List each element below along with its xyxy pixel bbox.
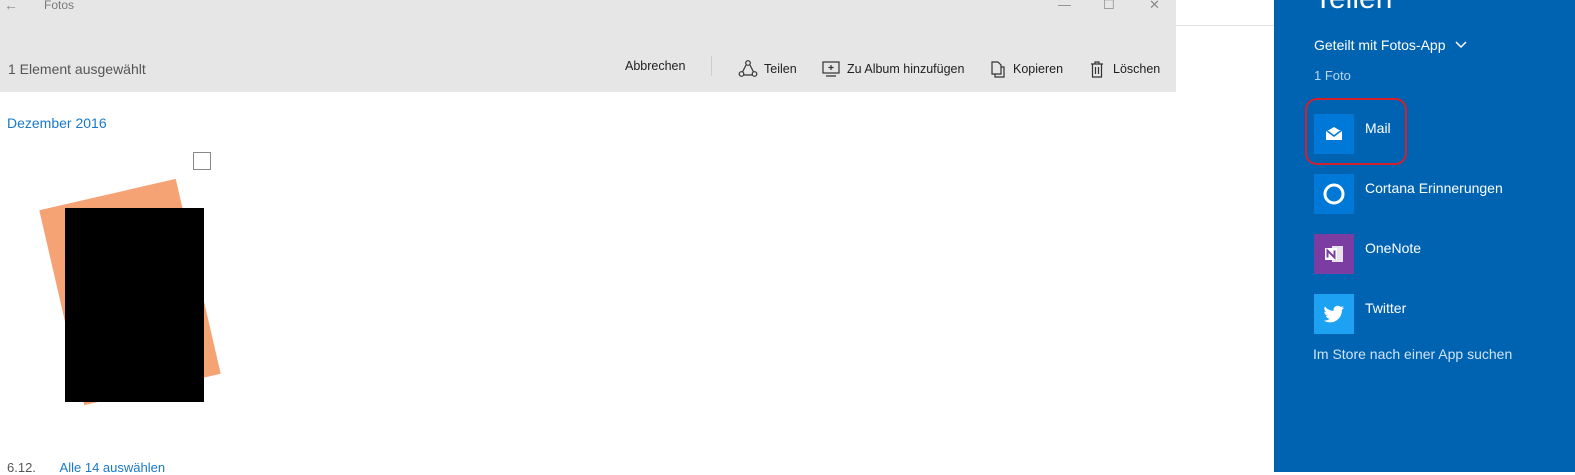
- month-header[interactable]: Dezember 2016: [7, 115, 107, 131]
- add-to-album-button[interactable]: Zu Album hinzufügen: [821, 59, 964, 79]
- selection-highlight-outline: [1305, 98, 1407, 165]
- photo-grid: Dezember 2016 6.12. Alle 14 auswählen: [0, 92, 1176, 475]
- delete-button-label: Löschen: [1113, 62, 1161, 76]
- share-panel-title: Teilen: [1314, 0, 1392, 16]
- cancel-button-label: Abbrechen: [625, 59, 686, 73]
- back-arrow-icon[interactable]: ←: [4, 0, 18, 13]
- cancel-button[interactable]: Abbrechen: [625, 59, 685, 73]
- share-panel: Teilen Geteilt mit Fotos-App 1 Foto Mail…: [1274, 0, 1575, 472]
- share-target-label: Cortana Erinnerungen: [1365, 180, 1503, 196]
- copy-icon: [991, 61, 1005, 78]
- share-target-label: Twitter: [1365, 300, 1407, 316]
- twitter-icon: [1314, 294, 1354, 334]
- store-search-link[interactable]: Im Store nach einer App suchen: [1313, 346, 1512, 362]
- photo-select-checkbox[interactable]: [193, 152, 211, 170]
- minimize-icon[interactable]: —: [1058, 0, 1071, 12]
- toolbar-divider: [711, 56, 712, 76]
- shared-with-dropdown[interactable]: Geteilt mit Fotos-App: [1314, 37, 1467, 53]
- onenote-icon: [1314, 234, 1354, 274]
- select-all-link[interactable]: Alle 14 auswählen: [60, 460, 166, 475]
- add-to-album-label: Zu Album hinzufügen: [847, 62, 965, 76]
- photo-count: 1 Foto: [1314, 68, 1351, 83]
- selection-count-text: 1 Element ausgewählt: [8, 61, 146, 77]
- copy-button-label: Kopieren: [1013, 62, 1064, 76]
- share-target-cortana[interactable]: Cortana Erinnerungen: [1314, 174, 1564, 214]
- group-date: 6.12.: [7, 460, 36, 475]
- delete-button[interactable]: Löschen: [1087, 59, 1160, 79]
- group-footer: 6.12. Alle 14 auswählen: [7, 460, 165, 475]
- selection-toolbar: 1 Element ausgewählt Abbrechen Teilen Zu…: [0, 18, 1176, 92]
- cortana-icon: [1314, 174, 1354, 214]
- share-icon: [738, 60, 758, 77]
- share-target-onenote[interactable]: OneNote: [1314, 234, 1564, 274]
- maximize-icon[interactable]: ☐: [1103, 0, 1115, 13]
- title-bar: ← Fotos — ☐ ✕: [0, 0, 1176, 18]
- close-icon[interactable]: ✕: [1149, 0, 1160, 13]
- trash-icon: [1091, 61, 1103, 78]
- shared-with-label: Geteilt mit Fotos-App: [1314, 37, 1446, 53]
- photo-thumbnail[interactable]: [39, 178, 223, 420]
- add-album-icon: [822, 61, 840, 77]
- window-title: Fotos: [44, 0, 75, 12]
- background-divider: [1176, 25, 1274, 26]
- chevron-down-icon: [1455, 41, 1467, 49]
- share-button-label: Teilen: [764, 62, 797, 76]
- share-button[interactable]: Teilen: [738, 59, 797, 79]
- share-target-label: OneNote: [1365, 240, 1422, 256]
- copy-button[interactable]: Kopieren: [987, 59, 1063, 79]
- photo-thumbnail-redacted: [65, 208, 204, 402]
- share-target-twitter[interactable]: Twitter: [1314, 294, 1564, 334]
